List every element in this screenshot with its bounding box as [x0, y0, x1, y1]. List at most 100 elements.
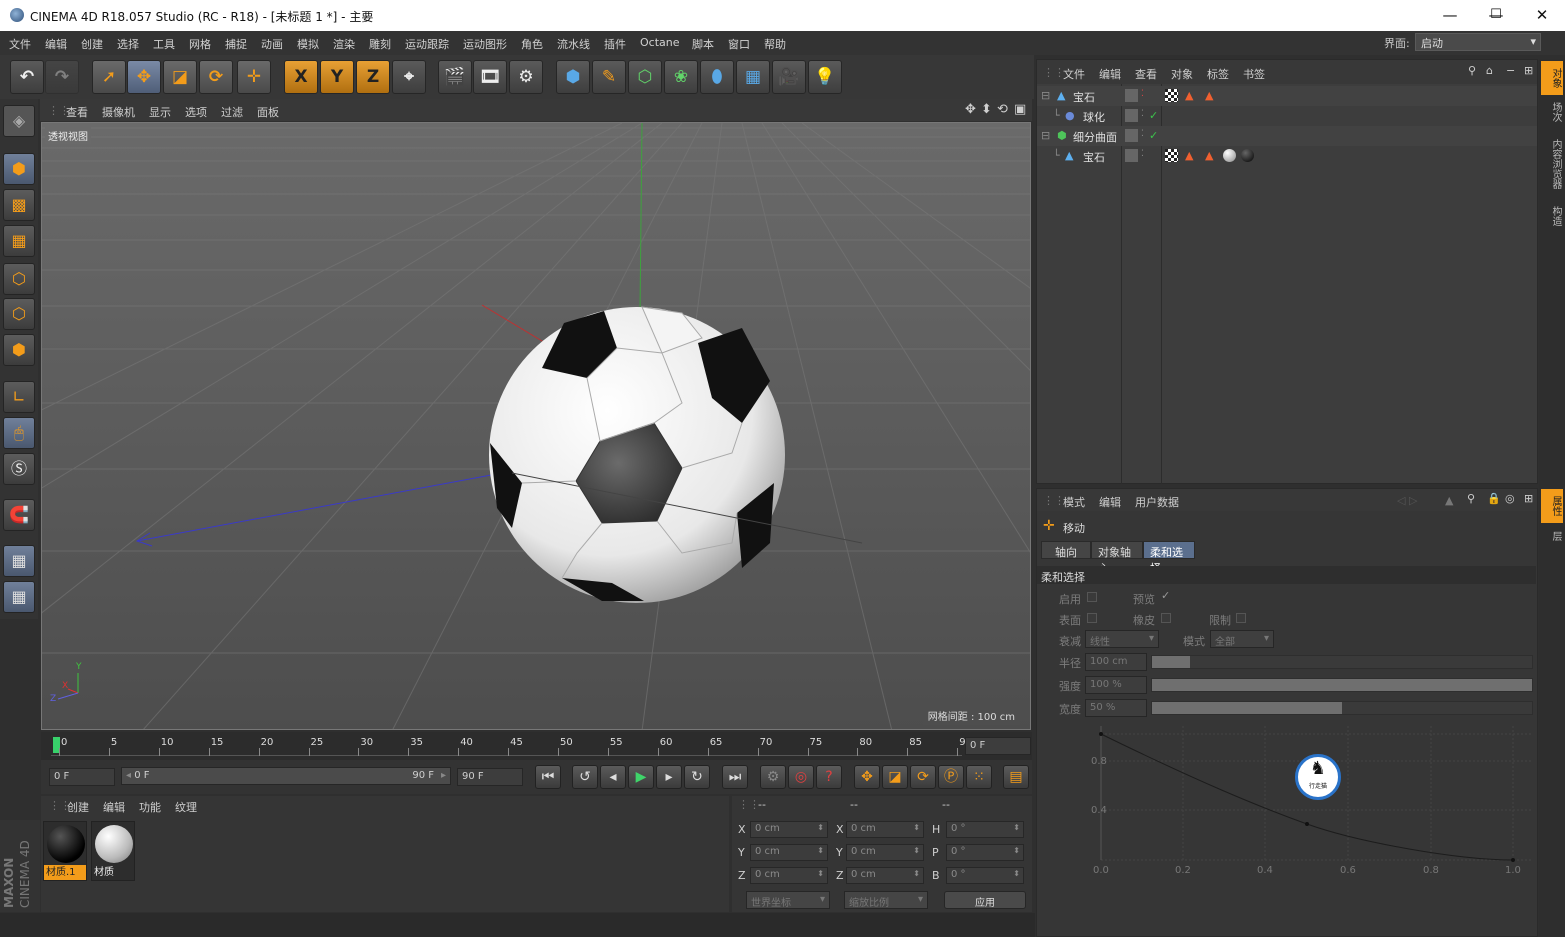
menu-snap[interactable]: 捕捉: [225, 36, 247, 52]
material-menu-create[interactable]: 创建: [67, 799, 89, 815]
visibility-dots-icon[interactable]: ⁚: [1141, 109, 1144, 119]
autokey-icon[interactable]: ?: [816, 765, 842, 789]
viewport-menu-view[interactable]: 查看: [66, 104, 88, 120]
record-active-icon[interactable]: ◎: [788, 765, 814, 789]
timeline-window-icon[interactable]: ▤: [1003, 765, 1029, 789]
live-selection-icon[interactable]: ✛: [237, 60, 271, 94]
tab-object-axis[interactable]: 对象轴心: [1091, 541, 1143, 575]
width-field[interactable]: 50 %: [1085, 699, 1147, 717]
falloff-select[interactable]: 线性 ▾: [1085, 630, 1159, 648]
coord-field[interactable]: 0 cm ⬍: [846, 867, 924, 884]
viewport-rotate-icon[interactable]: ⟲: [997, 102, 1008, 117]
material-menu-edit[interactable]: 编辑: [103, 799, 125, 815]
workplane-mode-icon[interactable]: ▦: [3, 225, 35, 257]
stepper-icon[interactable]: ⬍: [913, 823, 920, 832]
menu-octane[interactable]: Octane: [640, 36, 680, 49]
object-row-spherify[interactable]: └ ● 球化 ⁚ ✓: [1037, 106, 1537, 126]
tree-collapse-icon[interactable]: ⊟: [1041, 89, 1050, 102]
rubber-checkbox[interactable]: [1161, 613, 1171, 623]
object-row-subdivision-surface[interactable]: ⊟ ⬢ 细分曲面 ⁚ ✓: [1037, 126, 1537, 146]
subdivision-surface-icon[interactable]: ⬡: [628, 60, 662, 94]
up-arrow-icon[interactable]: ▲: [1445, 494, 1453, 507]
stepper-icon[interactable]: ⬍: [1013, 869, 1020, 878]
material-tag-white-icon[interactable]: [1223, 149, 1236, 162]
previous-frame-icon[interactable]: ◂: [600, 765, 626, 789]
key-rotation-icon[interactable]: ⟳: [910, 765, 936, 789]
axis-z-lock[interactable]: Z: [356, 60, 390, 94]
coord-field[interactable]: 0 cm ⬍: [846, 844, 924, 861]
tab-soft-selection[interactable]: 柔和选择: [1143, 541, 1195, 575]
menu-plugins[interactable]: 插件: [604, 36, 626, 52]
timeline-ruler[interactable]: 051015202530354045505560657075808590 0 F: [41, 732, 1032, 760]
visibility-dots-icon[interactable]: ⁚: [1141, 149, 1144, 159]
light-icon[interactable]: 💡: [808, 60, 842, 94]
workplane-lock-icon[interactable]: ▦: [3, 545, 35, 577]
side-tab-objects[interactable]: 对象: [1541, 61, 1563, 95]
menu-file[interactable]: 文件: [9, 36, 31, 52]
size-mode-select[interactable]: 缩放比例 ▾: [844, 891, 928, 909]
key-scale-icon[interactable]: ◪: [882, 765, 908, 789]
minimize-window-button[interactable]: —: [1427, 0, 1473, 31]
scale-tool-icon[interactable]: ◪: [163, 60, 197, 94]
axis-x-lock[interactable]: X: [284, 60, 318, 94]
frame-range-slider[interactable]: ◂ 0 F 90 F ▸: [121, 767, 451, 785]
workplane-align-icon[interactable]: ▦: [3, 581, 35, 613]
menu-mograph[interactable]: 运动图形: [463, 36, 507, 52]
back-forward-icon[interactable]: ◁ ▷: [1397, 494, 1417, 507]
material-swatch-1[interactable]: 材质.1: [43, 821, 87, 881]
previous-key-icon[interactable]: ↺: [572, 765, 598, 789]
edges-mode-icon[interactable]: ⬡: [3, 298, 35, 330]
end-frame-field[interactable]: 90 F: [457, 768, 523, 786]
search-icon[interactable]: ⚲: [1467, 492, 1475, 505]
menu-pipeline[interactable]: 流水线: [557, 36, 590, 52]
menu-character[interactable]: 角色: [521, 36, 543, 52]
axis-mode-icon[interactable]: ∟: [3, 381, 35, 413]
menu-window[interactable]: 窗口: [728, 36, 750, 52]
menu-animate[interactable]: 动画: [261, 36, 283, 52]
selection-tag-icon[interactable]: ▲: [1205, 149, 1213, 162]
limit-checkbox[interactable]: [1236, 613, 1246, 623]
preview-checkbox[interactable]: ✓: [1161, 589, 1170, 602]
surface-checkbox[interactable]: [1087, 613, 1097, 623]
undo-icon[interactable]: ↶: [10, 60, 44, 94]
maximize-window-button[interactable]: ☐: [1473, 0, 1519, 31]
menu-help[interactable]: 帮助: [764, 36, 786, 52]
coord-system-select[interactable]: 世界坐标 ▾: [746, 891, 830, 909]
play-icon[interactable]: ▶: [628, 765, 654, 789]
viewport-menu-panel[interactable]: 面板: [257, 104, 279, 120]
attribute-menu-edit[interactable]: 编辑: [1099, 494, 1121, 510]
object-menu-edit[interactable]: 编辑: [1099, 66, 1121, 82]
target-icon[interactable]: ◎: [1505, 492, 1515, 505]
close-window-button[interactable]: ✕: [1519, 0, 1565, 31]
object-menu-view[interactable]: 查看: [1135, 66, 1157, 82]
deformer-icon[interactable]: ⬮: [700, 60, 734, 94]
drag-handle-icon[interactable]: ⋮⋮: [1043, 66, 1065, 79]
make-editable-icon[interactable]: ◈: [3, 105, 35, 137]
selection-tag-icon[interactable]: ▲: [1185, 149, 1193, 162]
menu-create[interactable]: 创建: [81, 36, 103, 52]
menu-motion-tracking[interactable]: 运动跟踪: [405, 36, 449, 52]
object-menu-bookmarks[interactable]: 书签: [1243, 66, 1265, 82]
viewport-menu-display[interactable]: 显示: [149, 104, 171, 120]
home-icon[interactable]: ⌂: [1486, 64, 1493, 77]
material-menu-function[interactable]: 功能: [139, 799, 161, 815]
start-frame-field[interactable]: 0 F: [49, 768, 115, 786]
tree-collapse-icon[interactable]: ⊟: [1041, 129, 1050, 142]
layer-icon[interactable]: [1125, 129, 1138, 142]
minus-icon[interactable]: −: [1506, 64, 1515, 77]
visibility-dots-icon[interactable]: ⁚: [1141, 89, 1144, 99]
material-swatch-2[interactable]: 材质: [91, 821, 135, 881]
enabled-check-icon[interactable]: ✓: [1149, 109, 1158, 122]
timeline-track[interactable]: [51, 736, 962, 756]
current-frame-field[interactable]: 0 F: [965, 737, 1031, 755]
render-picture-viewer-icon[interactable]: 🎞: [473, 60, 507, 94]
viewport-zoom-icon[interactable]: ⬍: [981, 102, 992, 117]
layer-icon[interactable]: [1125, 89, 1138, 102]
render-settings-icon[interactable]: ⚙: [509, 60, 543, 94]
key-position-icon[interactable]: ✥: [854, 765, 880, 789]
tab-axis[interactable]: 轴向: [1041, 541, 1091, 559]
layer-icon[interactable]: [1125, 149, 1138, 162]
texture-mode-icon[interactable]: ▩: [3, 189, 35, 221]
mode-select[interactable]: 全部 ▾: [1210, 630, 1274, 648]
coord-field[interactable]: 0 ° ⬍: [946, 867, 1024, 884]
